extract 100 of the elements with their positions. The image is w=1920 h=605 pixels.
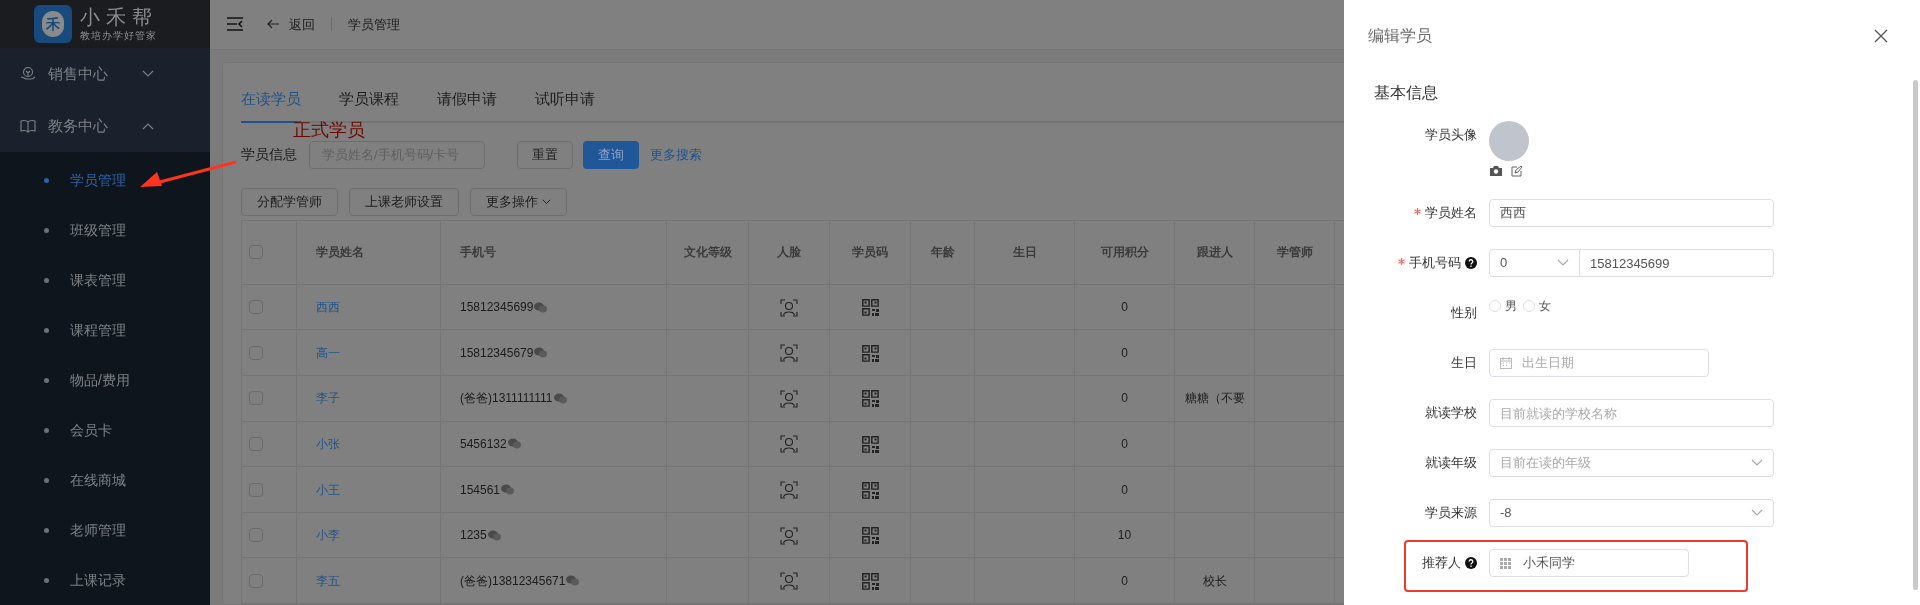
drawer-title: 编辑学员	[1368, 26, 1432, 46]
sidebar-item[interactable]: 老师管理	[0, 505, 210, 555]
wechat-icon	[507, 438, 521, 450]
tab[interactable]: 试听申请	[535, 80, 595, 123]
chevron-down-icon	[1751, 509, 1763, 517]
country-code-select[interactable]: 0	[1489, 249, 1580, 277]
field-label: 性别	[1451, 304, 1477, 323]
query-button[interactable]: 查询	[583, 140, 639, 169]
reset-button[interactable]: 重置	[517, 140, 573, 169]
face-icon[interactable]	[780, 435, 798, 454]
points-value: 0	[1121, 482, 1128, 497]
field-label: 学员来源	[1425, 504, 1477, 523]
follower-name: 校长	[1202, 573, 1227, 588]
points-value: 0	[1121, 345, 1128, 360]
phone-number: (爸爸)13812345671	[460, 572, 566, 590]
qr-code-icon[interactable]	[861, 481, 879, 499]
logo-slogan: 教培办学好管家	[80, 31, 158, 42]
field-label: 就读年级	[1425, 454, 1477, 473]
chevron-down-icon	[542, 197, 551, 206]
column-header: 可用积分	[1100, 245, 1149, 260]
edit-icon[interactable]	[1511, 166, 1522, 177]
face-icon[interactable]	[780, 480, 798, 499]
arrow-left-icon	[267, 19, 279, 30]
referrer-field[interactable]: 小禾同学	[1489, 549, 1689, 577]
column-header: 跟进人	[1196, 245, 1233, 260]
face-icon[interactable]	[780, 526, 798, 545]
wechat-icon	[487, 529, 501, 541]
logo-mark: 禾	[34, 5, 72, 44]
help-icon[interactable]	[1465, 257, 1477, 269]
points-value: 10	[1117, 528, 1132, 543]
phone-number: 154561	[460, 481, 501, 499]
chevron-up-icon	[142, 122, 154, 131]
column-header: 学员姓名	[316, 245, 364, 260]
calendar-icon	[1500, 357, 1512, 369]
field-label: 学员头像	[1425, 126, 1477, 145]
menu-group-header[interactable]: 销售中心	[0, 48, 210, 101]
radio-option[interactable]: 女	[1523, 297, 1551, 315]
text-field[interactable]: 目前就读的学校名称	[1489, 399, 1774, 427]
menu-icon[interactable]	[227, 17, 243, 32]
field-label: 推荐人	[1422, 554, 1461, 573]
qr-code-icon[interactable]	[861, 390, 879, 408]
sidebar-item[interactable]: 班级管理	[0, 205, 210, 255]
qr-code-icon[interactable]	[861, 344, 879, 362]
chevron-down-icon	[1557, 259, 1569, 267]
close-button[interactable]	[1874, 28, 1890, 44]
field-label: 生日	[1451, 354, 1477, 373]
sidebar-item[interactable]: 物品/费用	[0, 355, 210, 405]
select-field[interactable]: 目前在读的年级	[1489, 449, 1774, 477]
points-value: 0	[1121, 436, 1128, 451]
points-value: 0	[1121, 573, 1128, 588]
qr-code-icon[interactable]	[861, 436, 879, 454]
chevron-down-icon	[142, 70, 154, 79]
qr-code-icon[interactable]	[861, 299, 879, 317]
action-button[interactable]: 分配学管师	[241, 187, 338, 216]
face-icon[interactable]	[780, 572, 798, 591]
qr-code-icon[interactable]	[861, 527, 879, 545]
points-value: 0	[1121, 300, 1128, 315]
date-field[interactable]: 出生日期	[1489, 349, 1709, 377]
face-icon[interactable]	[780, 344, 798, 363]
sidebar-item[interactable]: 上课记录	[0, 555, 210, 605]
wechat-icon	[566, 575, 580, 587]
field-label: 手机号码	[1409, 254, 1461, 273]
text-field[interactable]: 西西	[1489, 199, 1774, 227]
logo-name: 小禾帮	[80, 7, 158, 28]
wechat-icon	[501, 484, 515, 495]
phone-number: 15812345679	[460, 344, 534, 362]
phone-field[interactable]: 15812345699	[1580, 249, 1774, 277]
qr-code-icon[interactable]	[861, 572, 879, 590]
phone-number: (爸爸)1311111111	[460, 390, 553, 408]
face-icon[interactable]	[780, 389, 798, 408]
phone-number: 1235	[460, 527, 487, 545]
sidebar-item[interactable]: 课程管理	[0, 305, 210, 355]
points-value: 0	[1121, 391, 1128, 406]
wechat-icon	[534, 347, 548, 359]
menu-group-header[interactable]: 教务中心	[0, 100, 210, 152]
wechat-icon	[553, 392, 567, 404]
column-header: 学员码	[852, 245, 888, 260]
help-icon[interactable]	[1465, 557, 1477, 569]
sidebar-item[interactable]: 课表管理	[0, 255, 210, 305]
chevron-down-icon	[1751, 459, 1763, 467]
action-button[interactable]: 上课老师设置	[349, 187, 459, 216]
sidebar-item[interactable]: 在线商城	[0, 455, 210, 505]
action-button[interactable]: 更多操作	[470, 187, 567, 216]
radio-option[interactable]: 男	[1489, 297, 1517, 315]
select-field[interactable]: -8	[1489, 499, 1774, 527]
section-title: 基本信息	[1374, 83, 1439, 103]
sidebar-item[interactable]: 学员管理	[0, 155, 210, 205]
field-label: 就读学校	[1425, 404, 1477, 423]
tab[interactable]: 请假申请	[437, 80, 497, 123]
column-header: 学管师	[1276, 245, 1313, 260]
column-header: 手机号	[460, 245, 496, 260]
face-icon[interactable]	[780, 298, 798, 317]
camera-icon[interactable]	[1490, 166, 1502, 176]
back-button[interactable]: 返回	[267, 14, 315, 35]
phone-number: 5456132	[460, 435, 507, 453]
column-header: 生日	[1012, 245, 1037, 260]
sidebar-item[interactable]: 会员卡	[0, 405, 210, 455]
scrollbar[interactable]	[1913, 80, 1918, 590]
grid-icon	[1500, 557, 1511, 569]
column-header: 年龄	[930, 245, 955, 260]
